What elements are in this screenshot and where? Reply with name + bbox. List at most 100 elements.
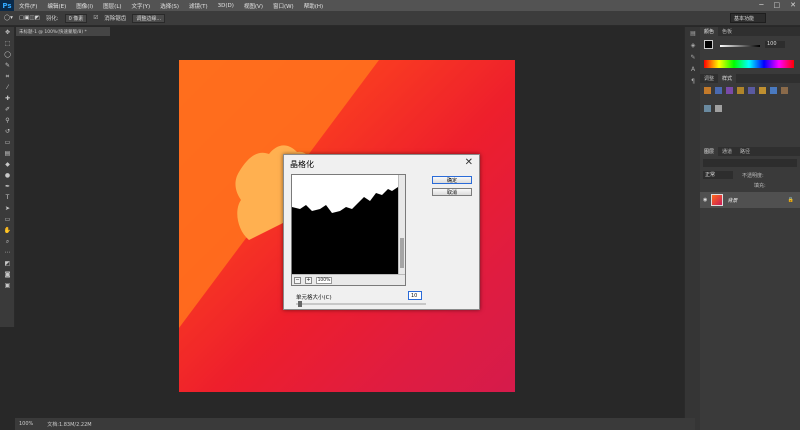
quick-select-icon[interactable]: ✎ <box>0 60 15 71</box>
menu-type[interactable]: 文字(Y) <box>127 2 156 10</box>
style-swatch[interactable] <box>726 87 733 94</box>
history-brush-icon[interactable]: ↺ <box>0 126 15 137</box>
quick-mask-icon[interactable]: ◙ <box>0 269 15 280</box>
blend-mode-select[interactable]: 正常 <box>703 171 733 179</box>
zoom-out-icon[interactable]: − <box>294 276 301 284</box>
document-size: 文档:1.83M/2.22M <box>47 421 92 428</box>
shape-tool-icon[interactable]: ▭ <box>0 214 15 225</box>
eraser-icon[interactable]: ▭ <box>0 137 15 148</box>
color-spectrum[interactable] <box>704 60 794 68</box>
slider-knob[interactable] <box>298 301 302 307</box>
menu-filter[interactable]: 滤镜(T) <box>184 2 213 10</box>
menu-file[interactable]: 文件(F) <box>14 2 42 10</box>
zoom-tool-icon[interactable]: ⌕ <box>0 236 15 247</box>
marquee-tool-icon[interactable]: ⬚ <box>0 38 15 49</box>
gradient-tool-icon[interactable]: ▤ <box>0 148 15 159</box>
menu-view[interactable]: 视图(V) <box>239 2 268 10</box>
layer-row[interactable]: ◉ 背景 🔒 <box>700 192 800 208</box>
layers-panel-tabs: 图层 通道 路径 <box>700 147 800 156</box>
type-tool-icon[interactable]: T <box>0 192 15 203</box>
paragraph-icon[interactable]: ¶ <box>685 75 701 87</box>
color-swatch-icon[interactable]: ◩ <box>0 258 15 269</box>
tab-layers[interactable]: 图层 <box>700 147 719 156</box>
status-bar: 100% 文档:1.83M/2.22M <box>15 418 695 430</box>
maximize-icon[interactable]: □ <box>774 1 781 9</box>
history-icon[interactable]: ▤ <box>685 27 701 39</box>
k-slider[interactable] <box>720 45 760 47</box>
clone-stamp-icon[interactable]: ⚲ <box>0 115 15 126</box>
style-swatch[interactable] <box>759 87 766 94</box>
style-swatch[interactable] <box>770 87 777 94</box>
crop-tool-icon[interactable]: ⌗ <box>0 71 15 82</box>
blur-tool-icon[interactable]: ◆ <box>0 159 15 170</box>
cell-size-input[interactable]: 10 <box>408 291 422 300</box>
tab-color[interactable]: 颜色 <box>700 27 719 36</box>
tab-adjustments[interactable]: 调整 <box>700 74 718 83</box>
close-icon[interactable]: ✕ <box>465 157 473 168</box>
preview-zoom: 100% <box>316 276 332 284</box>
menu-window[interactable]: 窗口(W) <box>268 2 299 10</box>
menu-image[interactable]: 图像(I) <box>71 2 98 10</box>
preview-scrollbar[interactable] <box>398 175 405 275</box>
preview-controls: − + 100% <box>292 274 405 285</box>
window-controls: ─ □ ✕ <box>759 1 796 9</box>
style-swatch[interactable] <box>704 105 711 112</box>
move-tool-icon[interactable]: ✥ <box>0 27 15 38</box>
feather-input[interactable]: 0 像素 <box>64 13 88 23</box>
options-bar: ◯▾ ▢▣◫◩ 羽化: 0 像素 ☑ 消除锯齿 调整边缘... 基本功能 <box>0 11 800 26</box>
lasso-tool-icon[interactable]: ◯▾ <box>4 15 13 21</box>
style-swatch[interactable] <box>737 87 744 94</box>
properties-icon[interactable]: ◈ <box>685 39 701 51</box>
character-icon[interactable]: A <box>685 63 701 75</box>
menu-select[interactable]: 选择(S) <box>155 2 184 10</box>
photoshop-logo: Ps <box>0 0 14 11</box>
styles-grid <box>700 83 800 123</box>
tab-channels[interactable]: 通道 <box>718 147 736 156</box>
cell-size-slider[interactable] <box>296 303 426 305</box>
style-swatch[interactable] <box>748 87 755 94</box>
brush-tool-icon[interactable]: ✐ <box>0 104 15 115</box>
close-icon[interactable]: ✕ <box>790 1 796 9</box>
antialias-checkbox[interactable]: ☑ <box>93 15 98 21</box>
path-select-icon[interactable]: ➤ <box>0 203 15 214</box>
cell-size-label: 单元格大小(C) <box>296 295 332 301</box>
tab-paths[interactable]: 路径 <box>736 147 754 156</box>
crystallize-dialog: 晶格化 ✕ − + 100% 确定 取消 单元格大小(C) 10 <box>283 154 480 310</box>
right-panels: 颜色 色板 100 调整 样式 图层 通道 路径 正常 不透明度: 填充: ◉ <box>700 27 800 430</box>
layer-filter-row[interactable] <box>703 159 797 167</box>
opacity-value[interactable]: 100 <box>765 41 785 48</box>
healing-brush-icon[interactable]: ✚ <box>0 93 15 104</box>
refine-edge-button[interactable]: 调整边缘... <box>132 13 166 23</box>
menu-help[interactable]: 帮助(H) <box>299 2 328 10</box>
style-swatch[interactable] <box>704 87 711 94</box>
workspace-select[interactable]: 基本功能 <box>730 13 766 23</box>
hand-tool-icon[interactable]: ✋ <box>0 225 15 236</box>
document-tab[interactable]: 未标题-1 @ 100%(快速蒙版/8) * <box>16 27 110 36</box>
brush-panel-icon[interactable]: ✎ <box>685 51 701 63</box>
style-swatch[interactable] <box>715 105 722 112</box>
menu-layer[interactable]: 图层(L) <box>98 2 126 10</box>
foreground-color-icon[interactable] <box>704 40 713 49</box>
lasso-tool-icon[interactable]: ◯ <box>0 49 15 60</box>
eye-icon[interactable]: ◉ <box>703 197 707 203</box>
screen-mode-icon[interactable]: ▣ <box>0 280 15 291</box>
style-swatch[interactable] <box>781 87 788 94</box>
menu-edit[interactable]: 编辑(E) <box>42 2 71 10</box>
filter-preview[interactable]: − + 100% <box>291 174 406 286</box>
style-swatch[interactable] <box>715 87 722 94</box>
menu-3d[interactable]: 3D(D) <box>213 3 239 9</box>
layer-name[interactable]: 背景 <box>727 197 737 204</box>
more-tools-icon[interactable]: ⋯ <box>0 247 15 258</box>
cancel-button[interactable]: 取消 <box>432 188 472 196</box>
pen-tool-icon[interactable]: ✒ <box>0 181 15 192</box>
scrollbar-thumb[interactable] <box>400 238 404 268</box>
zoom-in-icon[interactable]: + <box>305 276 312 284</box>
tab-swatches[interactable]: 色板 <box>718 27 736 36</box>
dodge-tool-icon[interactable]: ● <box>0 170 15 181</box>
tab-styles[interactable]: 样式 <box>718 74 737 83</box>
minimize-icon[interactable]: ─ <box>759 1 763 9</box>
zoom-level[interactable]: 100% <box>19 421 33 427</box>
ok-button[interactable]: 确定 <box>432 176 472 184</box>
selection-mode-icons[interactable]: ▢▣◫◩ <box>19 15 40 21</box>
eyedropper-icon[interactable]: ⁄ <box>0 82 15 93</box>
